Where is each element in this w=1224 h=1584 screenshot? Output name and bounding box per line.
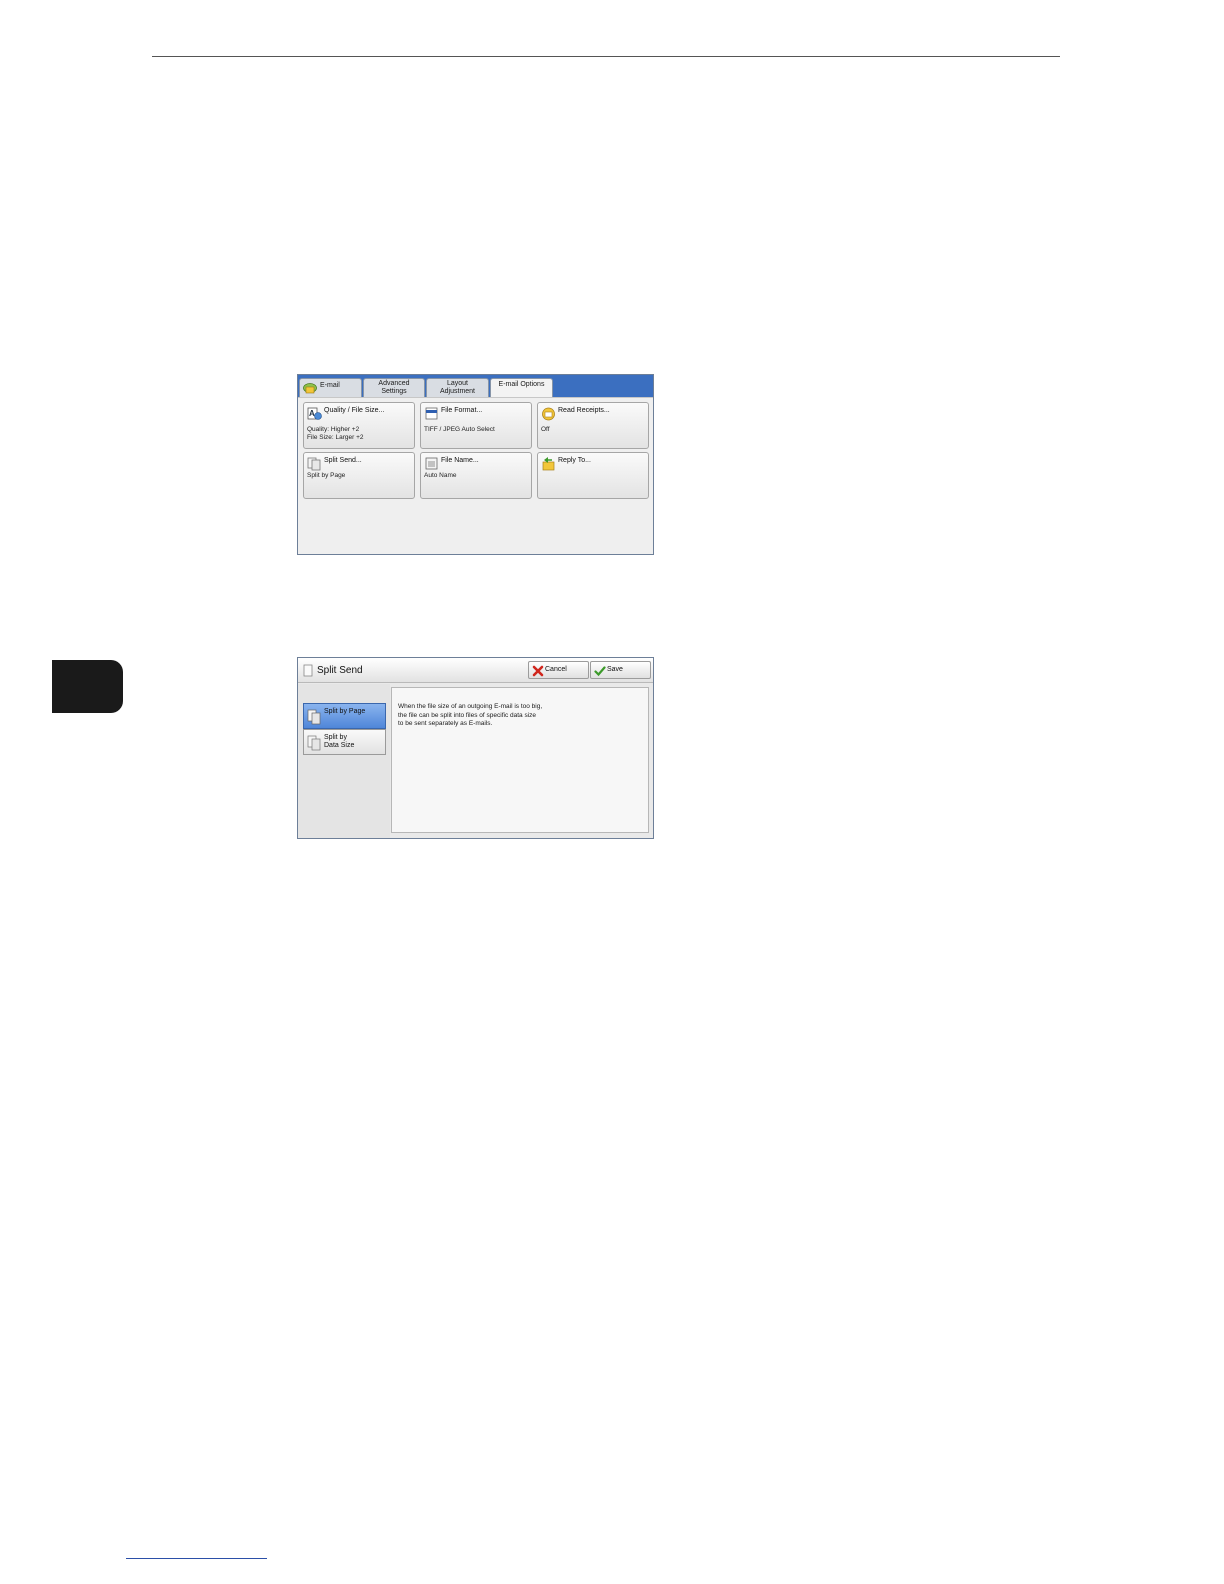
read-receipts-title: Read Receipts... <box>558 407 610 414</box>
tab-email-label: E-mail <box>320 382 340 389</box>
description-panel: When the file size of an outgoing E-mail… <box>391 687 649 833</box>
description-text: When the file size of an outgoing E-mail… <box>398 703 598 729</box>
cancel-icon <box>532 665 544 677</box>
description-line: the file can be split into files of spec… <box>398 711 537 719</box>
description-line: When the file size of an outgoing E-mail… <box>398 703 543 710</box>
checkmark-icon <box>594 666 606 677</box>
split-by-data-size-icon <box>307 735 321 751</box>
chapter-tab <box>52 660 123 713</box>
feature-panel: A Quality / File Size... Quality: Higher… <box>298 397 653 554</box>
split-send-value: Split by Page <box>307 472 346 479</box>
cancel-label: Cancel <box>545 666 567 673</box>
save-button[interactable]: Save <box>590 661 651 679</box>
quality-icon: A <box>307 407 322 420</box>
quality-file-size-button[interactable]: A Quality / File Size... Quality: Higher… <box>303 402 415 449</box>
quality-value: Quality: Higher +2 <box>307 426 360 433</box>
description-line: to be sent separately as E-mails. <box>398 720 493 727</box>
split-send-title: Split Send <box>317 665 363 676</box>
file-format-title: File Format... <box>441 407 483 414</box>
split-send-icon <box>307 457 321 471</box>
split-by-page-icon <box>307 709 321 725</box>
email-options-screen: E-mail Advanced Settings Layout Adjustme… <box>297 374 654 555</box>
split-send-button[interactable]: Split Send... Split by Page <box>303 452 415 499</box>
email-icon <box>303 383 317 394</box>
split-send-screen: Split Send Cancel Save Split by Page Spl… <box>297 657 654 839</box>
tab-layout-adjustment[interactable]: Layout Adjustment <box>426 378 489 397</box>
file-name-button[interactable]: File Name... Auto Name <box>420 452 532 499</box>
read-receipts-value: Off <box>541 426 550 433</box>
tab-email[interactable]: E-mail <box>299 378 362 397</box>
header-rule <box>152 56 1060 57</box>
file-size-value: File Size: Larger +2 <box>307 434 364 441</box>
tab-layout-line2: Adjustment <box>439 388 476 395</box>
reply-to-icon <box>542 457 555 471</box>
option-split-by-data-size[interactable]: Split by Data Size <box>303 729 386 755</box>
split-options-list: Split by Page Split by Data Size <box>298 684 390 838</box>
split-send-header: Split Send Cancel Save <box>298 658 653 683</box>
svg-text:A: A <box>309 409 315 418</box>
tab-email-options-label: E-mail Options <box>498 381 545 388</box>
read-receipt-icon <box>542 407 555 421</box>
reply-to-button[interactable]: Reply To... <box>537 452 649 499</box>
option-split-by-page[interactable]: Split by Page <box>303 703 386 729</box>
quality-file-size-title: Quality / File Size... <box>324 407 385 414</box>
split-send-icon <box>303 664 313 677</box>
footer-link-rule <box>126 1558 267 1559</box>
file-format-value: TIFF / JPEG Auto Select <box>424 426 495 433</box>
file-name-title: File Name... <box>441 457 479 464</box>
tab-layout-line1: Layout <box>446 380 469 387</box>
option-split-by-page-label: Split by Page <box>324 708 366 715</box>
reply-to-title: Reply To... <box>558 457 591 464</box>
tab-bar: E-mail Advanced Settings Layout Adjustme… <box>298 375 653 398</box>
file-name-value: Auto Name <box>424 472 457 479</box>
save-label: Save <box>607 666 623 673</box>
split-send-title: Split Send... <box>324 457 362 464</box>
tab-advanced-line2: Settings <box>381 388 407 395</box>
option-split-by-data-size-label: Split by Data Size <box>324 734 355 749</box>
file-format-icon <box>425 407 438 420</box>
tab-email-options[interactable]: E-mail Options <box>490 378 553 398</box>
file-format-button[interactable]: File Format... TIFF / JPEG Auto Select <box>420 402 532 449</box>
tab-advanced-settings[interactable]: Advanced Settings <box>363 378 425 397</box>
cancel-button[interactable]: Cancel <box>528 661 589 679</box>
tab-advanced-line1: Advanced <box>378 380 410 387</box>
read-receipts-button[interactable]: Read Receipts... Off <box>537 402 649 449</box>
file-name-icon <box>425 457 438 470</box>
